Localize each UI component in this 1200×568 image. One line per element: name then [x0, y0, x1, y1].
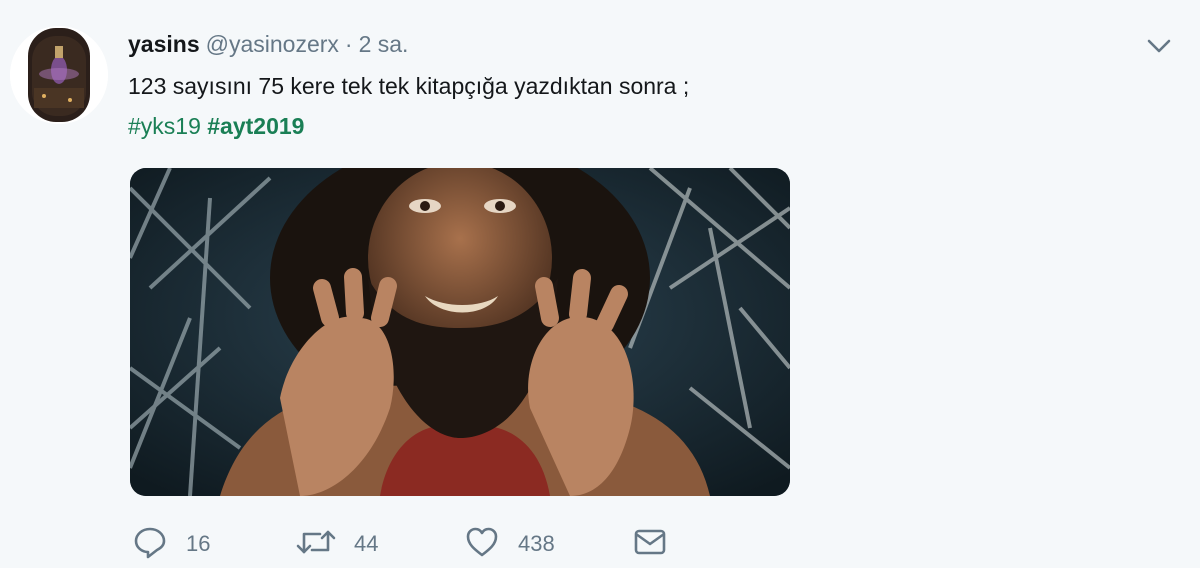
direct-message-button[interactable]	[632, 524, 668, 564]
chevron-down-icon[interactable]	[1144, 34, 1174, 58]
tweet-actions: 16 44 438	[130, 524, 730, 564]
timestamp[interactable]: 2 sa.	[359, 31, 409, 57]
hashtag-link[interactable]: #yks19	[128, 113, 201, 139]
like-button[interactable]: 438	[464, 524, 555, 564]
heart-icon	[464, 524, 500, 565]
tweet-header: yasins @yasinozerx · 2 sa.	[128, 30, 408, 58]
separator-dot: ·	[344, 31, 353, 57]
hashtag-line: #yks19 #ayt2019	[128, 112, 304, 140]
display-name[interactable]: yasins	[128, 31, 200, 57]
tweet: yasins @yasinozerx · 2 sa. 123 sayısını 75 …	[0, 0, 1200, 568]
avatar[interactable]	[10, 26, 108, 124]
like-count: 438	[518, 531, 555, 556]
envelope-icon	[632, 524, 668, 565]
tweet-media-image[interactable]	[130, 168, 790, 496]
user-handle[interactable]: @yasinozerx	[206, 31, 339, 57]
retweet-count: 44	[354, 531, 379, 556]
speech-bubble-icon	[132, 524, 168, 565]
reply-count: 16	[186, 531, 211, 556]
retweet-button[interactable]: 44	[296, 524, 378, 564]
tweet-text: 123 sayısını 75 kere tek tek kitapçığa y…	[128, 73, 690, 99]
retweet-icon	[296, 524, 336, 565]
hashtag-link[interactable]: #ayt2019	[207, 113, 304, 139]
reply-button[interactable]: 16	[132, 524, 210, 564]
